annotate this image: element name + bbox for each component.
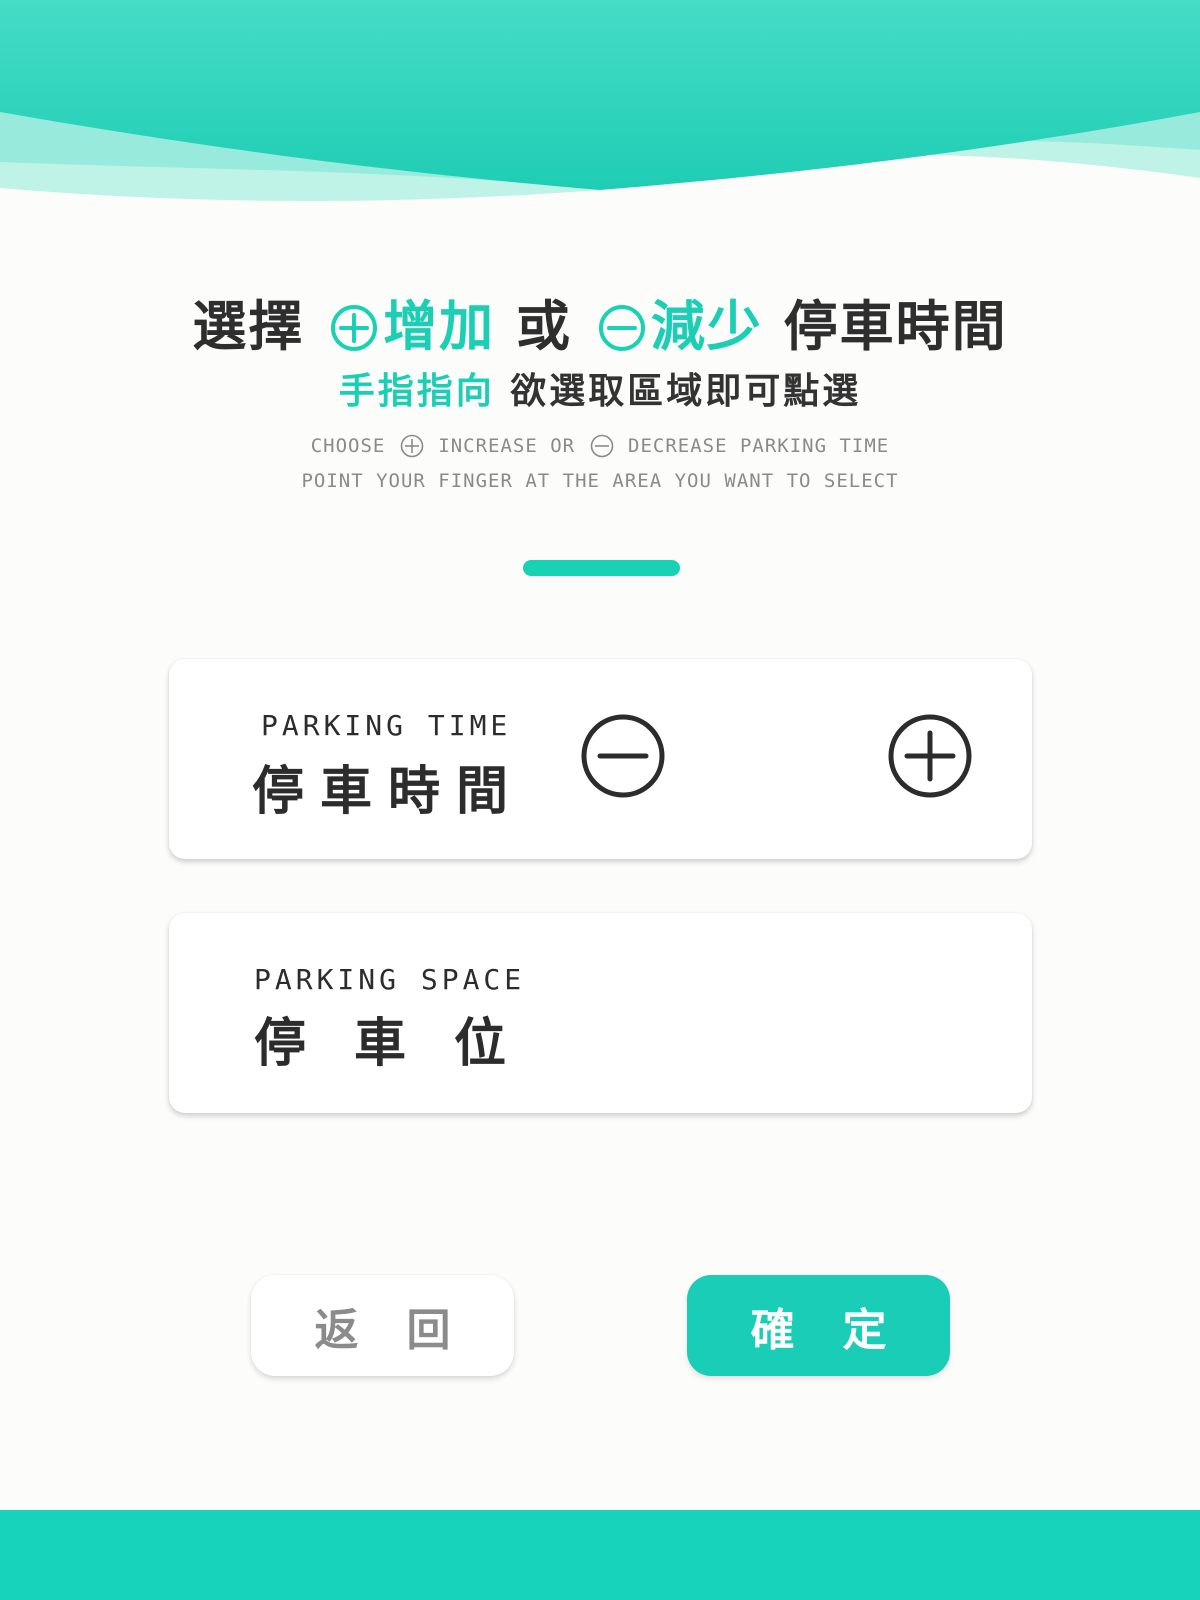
- parking-time-card: PARKING TIME 停車時間: [169, 659, 1032, 859]
- subtitle-rest: 欲選取區域即可點選: [510, 371, 862, 412]
- confirm-button[interactable]: 確定: [687, 1275, 950, 1376]
- page-title: 選擇 增加 或 減少 停車時間: [0, 282, 1200, 361]
- page-subtitle: 手指指向 欲選取區域即可點選: [0, 362, 1200, 414]
- circle-minus-icon: [581, 714, 665, 798]
- circle-plus-icon: [888, 714, 972, 798]
- title-prefix: 選擇: [192, 295, 305, 358]
- header-wave-decoration: [0, 0, 1200, 202]
- title-increase: 增加: [383, 295, 496, 358]
- small-minus-icon: [590, 434, 613, 458]
- title-suffix: 停車時間: [783, 295, 1008, 358]
- back-button[interactable]: 返回: [251, 1275, 514, 1376]
- circle-minus-icon: [598, 305, 645, 351]
- parking-space-card[interactable]: PARKING SPACE 停車位: [169, 913, 1032, 1113]
- decrease-time-button[interactable]: [578, 711, 668, 801]
- en-increase: INCREASE OR: [438, 435, 576, 457]
- subtitle-accent: 手指指向: [338, 371, 495, 412]
- parking-time-label-en: PARKING TIME: [261, 709, 512, 742]
- parking-space-label-zh: 停車位: [254, 1014, 555, 1074]
- parking-space-label-en: PARKING SPACE: [254, 963, 526, 996]
- title-connector: 或: [516, 295, 572, 358]
- english-instruction-line-1: CHOOSE INCREASE OR DECREASE PARKING TIME: [0, 434, 1200, 458]
- en-decrease: DECREASE PARKING TIME: [628, 435, 890, 457]
- parking-time-label-zh: 停車時間: [252, 762, 525, 822]
- small-plus-icon: [400, 434, 424, 458]
- increase-time-button[interactable]: [885, 711, 975, 801]
- circle-plus-icon: [331, 305, 378, 351]
- footer-bar: [0, 1510, 1200, 1600]
- title-decrease: 減少: [650, 295, 763, 358]
- section-divider: [523, 560, 680, 576]
- english-instruction-line-2: POINT YOUR FINGER AT THE AREA YOU WANT T…: [301, 470, 899, 492]
- en-choose: CHOOSE: [310, 435, 386, 457]
